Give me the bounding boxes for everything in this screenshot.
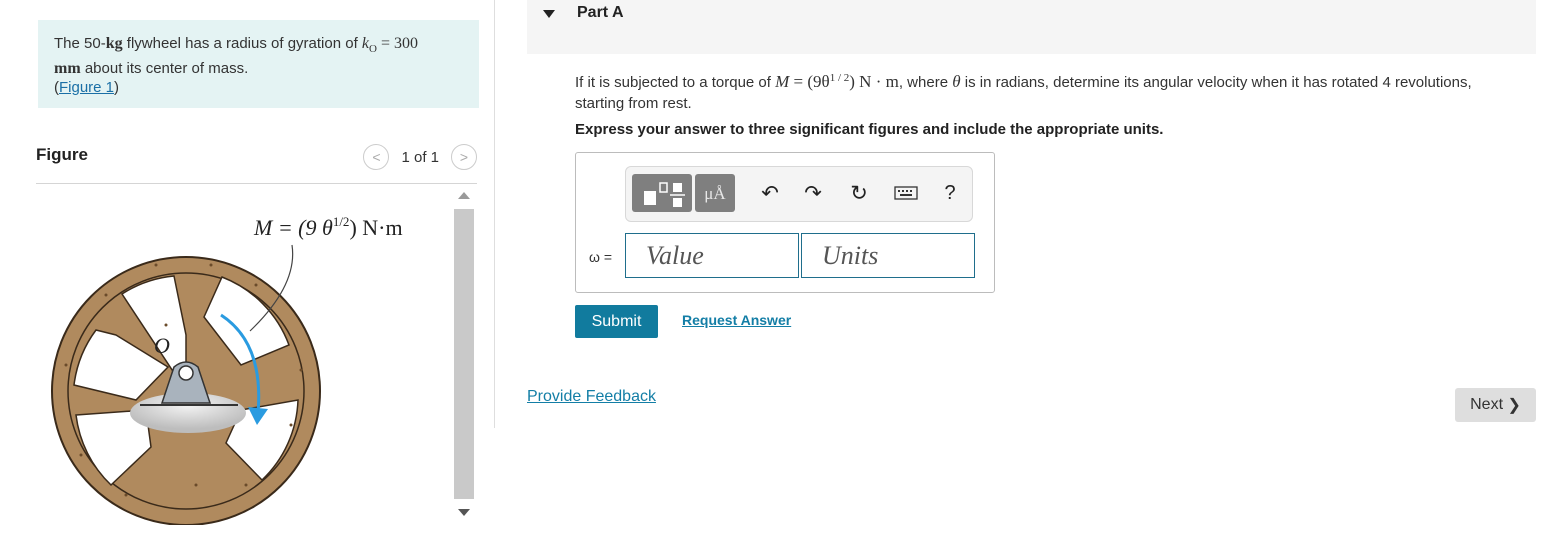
point-o-label: O [154,333,170,358]
omega-label: ω = [589,249,612,265]
scroll-down-icon[interactable] [458,509,470,516]
figure-image: M = (9 θ1/2) N·m O [36,185,477,526]
undo-icon: ↶ [761,181,779,205]
question-mid: , where [898,74,953,91]
next-button[interactable]: Next ❯ [1455,388,1536,422]
figure-link-close: ) [114,79,120,96]
scroll-up-icon[interactable] [458,192,470,199]
k-subscript: O [369,43,377,55]
figure-link[interactable]: Figure 1 [59,79,114,96]
part-header[interactable]: Part A [527,0,1536,54]
k-symbol: k [361,35,370,52]
undo-button[interactable]: ↶ [754,177,786,209]
problem-text-mid: flywheel has a radius of gyration of [122,35,362,52]
m-symbol: M [775,72,790,91]
answer-box: μÅ ↶ ↷ ↻ ? ω = [575,152,995,293]
submit-button[interactable]: Submit [575,305,658,338]
mass-unit: kg [105,35,123,52]
problem-text-pre: The 50- [54,35,106,52]
problem-text-post: about its center of mass. [80,60,249,77]
redo-button[interactable]: ↷ [797,177,829,209]
prev-figure-button[interactable]: < [363,144,390,170]
m-unit: ) N · m [849,72,899,91]
moment-label: M = (9 θ1/2) N·m [253,214,403,240]
flywheel-illustration: M = (9 θ1/2) N·m O [51,214,403,526]
next-figure-button[interactable]: > [451,144,477,170]
math-toolbar: μÅ ↶ ↷ ↻ ? [625,166,973,222]
units-input[interactable] [801,233,975,278]
units-button[interactable]: μÅ [695,174,735,212]
theta-symbol: θ [952,72,961,91]
m-equation: = (9θ [789,72,830,91]
figure-header: Figure < 1 of 1 > [36,144,477,184]
chevron-left-icon: < [372,149,381,165]
figure-title: Figure [36,145,88,164]
question-pre: If it is subjected to a torque of [575,74,776,91]
k-value: = 300 [376,35,418,52]
provide-feedback-link[interactable]: Provide Feedback [527,388,656,406]
chevron-right-icon: ❯ [1507,397,1521,414]
figure-pager: < 1 of 1 > [363,144,477,170]
question-text: If it is subjected to a torque of M = (9… [575,68,1495,114]
redo-icon: ↷ [804,181,822,205]
figure-scrollbar[interactable] [452,185,475,525]
scrollbar-thumb[interactable] [454,209,474,499]
help-button[interactable]: ? [934,177,966,209]
panel-divider [494,0,495,428]
templates-button[interactable] [632,174,692,212]
value-input[interactable] [625,233,799,278]
keyboard-button[interactable] [890,177,922,209]
m-exponent: 1 / 2 [829,72,850,84]
template-icon [644,182,685,207]
problem-statement: The 50-kg flywheel has a radius of gyrat… [38,20,479,108]
help-icon: ? [944,181,956,204]
pager-count: 1 of 1 [401,148,439,166]
reset-button[interactable]: ↻ [843,177,875,209]
reset-icon: ↻ [850,181,868,205]
collapse-triangle-icon[interactable] [543,10,555,18]
request-answer-link[interactable]: Request Answer [682,312,791,328]
answer-instruction: Express your answer to three significant… [575,121,1164,138]
units-icon: μÅ [704,184,726,203]
length-unit: mm [54,60,81,77]
part-title: Part A [577,4,624,21]
chevron-right-icon: > [459,149,469,165]
next-label: Next [1470,396,1504,413]
keyboard-icon [894,186,918,200]
